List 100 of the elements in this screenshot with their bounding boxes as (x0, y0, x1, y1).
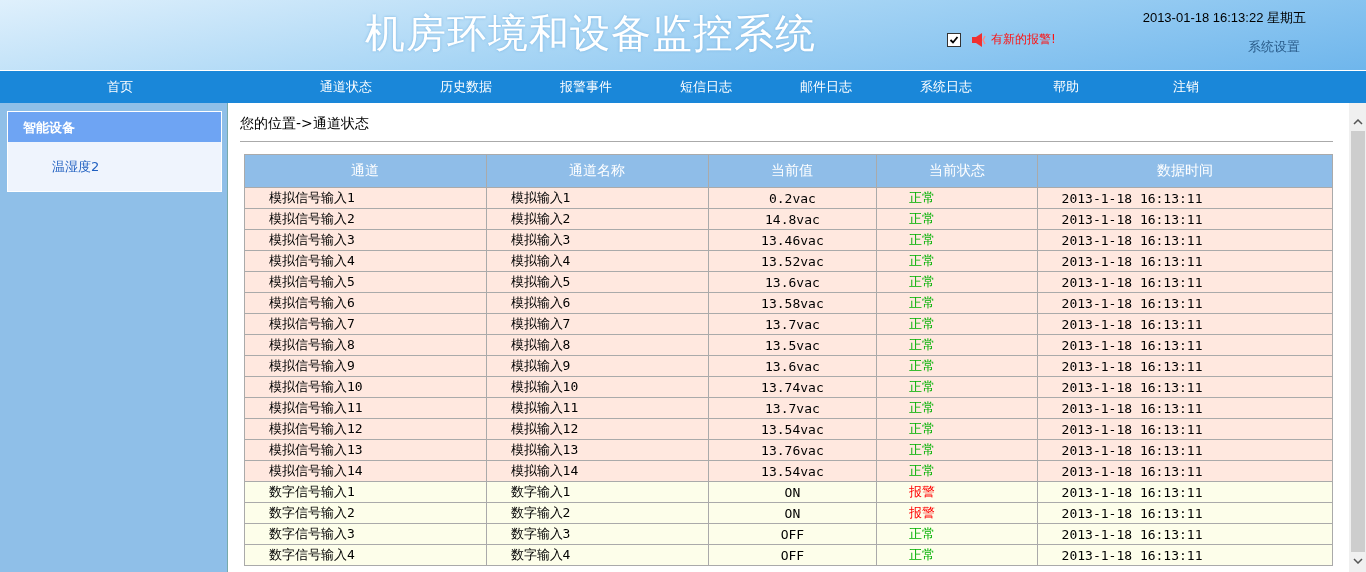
speaker-icon (971, 31, 989, 48)
table-cell: 模拟信号输入7 (244, 313, 487, 335)
column-header: 数据时间 (1037, 154, 1333, 188)
table-cell: 数字输入2 (486, 502, 709, 524)
table-cell: 模拟信号输入14 (244, 460, 487, 482)
scroll-down-icon[interactable] (1352, 558, 1363, 564)
table-cell: 模拟信号输入5 (244, 271, 487, 293)
panel-heading: 智能设备 (8, 112, 221, 142)
table-cell: 模拟输入2 (486, 208, 709, 230)
status-cell: 正常 (876, 334, 1038, 356)
table-cell: 2013-1-18 16:13:11 (1037, 397, 1333, 419)
table-cell: 模拟输入6 (486, 292, 709, 314)
table-cell: 模拟信号输入4 (244, 250, 487, 272)
table-cell: 模拟信号输入2 (244, 208, 487, 230)
table-cell: 数字输入4 (486, 544, 709, 566)
table-cell: 模拟输入10 (486, 376, 709, 398)
column-header: 当前值 (708, 154, 877, 188)
table-cell: 14.8vac (708, 208, 877, 230)
table-cell: 2013-1-18 16:13:11 (1037, 460, 1333, 482)
table-cell: 模拟输入13 (486, 439, 709, 461)
table-cell: ON (708, 502, 877, 524)
table-cell: 模拟输入5 (486, 271, 709, 293)
table-cell: 数字信号输入2 (244, 502, 487, 524)
table-cell: 13.52vac (708, 250, 877, 272)
nav-item[interactable]: 邮件日志 (766, 78, 886, 96)
table-cell: 数字输入1 (486, 481, 709, 503)
table-cell: 模拟信号输入13 (244, 439, 487, 461)
status-cell: 正常 (876, 271, 1038, 293)
system-title: 机房环境和设备监控系统 (365, 9, 816, 58)
table-cell: 2013-1-18 16:13:11 (1037, 208, 1333, 230)
status-cell: 正常 (876, 292, 1038, 314)
table-cell: 2013-1-18 16:13:11 (1037, 418, 1333, 440)
table-cell: 模拟输入4 (486, 250, 709, 272)
table-cell: 模拟信号输入12 (244, 418, 487, 440)
scroll-up-icon[interactable] (1352, 119, 1363, 125)
nav-item[interactable]: 首页 (0, 78, 240, 96)
status-cell: 报警 (876, 481, 1038, 503)
column-header: 通道 (244, 154, 487, 188)
status-cell: 正常 (876, 187, 1038, 209)
table-cell: 模拟信号输入8 (244, 334, 487, 356)
table-cell: OFF (708, 544, 877, 566)
nav-item[interactable]: 系统日志 (886, 78, 1006, 96)
status-cell: 正常 (876, 439, 1038, 461)
settings-link[interactable]: 系统设置 (1248, 38, 1300, 56)
table-cell: 模拟输入9 (486, 355, 709, 377)
scrollbar[interactable] (1349, 103, 1366, 572)
table-cell: 13.74vac (708, 376, 877, 398)
table-cell: 2013-1-18 16:13:11 (1037, 292, 1333, 314)
table-cell: 2013-1-18 16:13:11 (1037, 439, 1333, 461)
table-cell: 模拟输入8 (486, 334, 709, 356)
table-cell: 2013-1-18 16:13:11 (1037, 229, 1333, 251)
status-cell: 报警 (876, 502, 1038, 524)
table-cell: 数字信号输入4 (244, 544, 487, 566)
table-cell: OFF (708, 523, 877, 545)
table-cell: 数字信号输入1 (244, 481, 487, 503)
status-cell: 正常 (876, 460, 1038, 482)
nav-item[interactable]: 历史数据 (406, 78, 526, 96)
column-header: 通道名称 (486, 154, 709, 188)
table-cell: 0.2vac (708, 187, 877, 209)
table-cell: 13.58vac (708, 292, 877, 314)
table-cell: 模拟输入14 (486, 460, 709, 482)
table-cell: 13.46vac (708, 229, 877, 251)
table-cell: 13.5vac (708, 334, 877, 356)
table-cell: 2013-1-18 16:13:11 (1037, 271, 1333, 293)
table-cell: 13.54vac (708, 418, 877, 440)
table-cell: 模拟信号输入3 (244, 229, 487, 251)
table-cell: 2013-1-18 16:13:11 (1037, 187, 1333, 209)
table-cell: 13.7vac (708, 397, 877, 419)
status-cell: 正常 (876, 418, 1038, 440)
column-header: 当前状态 (876, 154, 1038, 188)
status-cell: 正常 (876, 397, 1038, 419)
nav-item[interactable]: 报警事件 (526, 78, 646, 96)
table-cell: 13.54vac (708, 460, 877, 482)
table-cell: 数字信号输入3 (244, 523, 487, 545)
table-cell: 13.6vac (708, 271, 877, 293)
sidebar-item[interactable]: 温湿度2 (52, 159, 100, 174)
nav-item[interactable]: 短信日志 (646, 78, 766, 96)
table-cell: 13.76vac (708, 439, 877, 461)
table-cell: 模拟信号输入10 (244, 376, 487, 398)
alarm-checkbox[interactable] (947, 32, 961, 47)
status-cell: 正常 (876, 523, 1038, 545)
breadcrumb: 您的位置->通道状态 (240, 103, 1333, 142)
table-cell: 2013-1-18 16:13:11 (1037, 523, 1333, 545)
nav-item[interactable]: 通道状态 (286, 78, 406, 96)
table-cell: 2013-1-18 16:13:11 (1037, 481, 1333, 503)
table-cell: 模拟输入11 (486, 397, 709, 419)
status-cell: 正常 (876, 208, 1038, 230)
status-cell: 正常 (876, 313, 1038, 335)
table-cell: 13.6vac (708, 355, 877, 377)
nav-item[interactable]: 注销 (1126, 78, 1246, 96)
table-cell: 模拟信号输入11 (244, 397, 487, 419)
nav-item[interactable]: 帮助 (1006, 78, 1126, 96)
table-cell: 模拟信号输入1 (244, 187, 487, 209)
status-cell: 正常 (876, 376, 1038, 398)
table-cell: 2013-1-18 16:13:11 (1037, 502, 1333, 524)
table-cell: 2013-1-18 16:13:11 (1037, 313, 1333, 335)
table-cell: 模拟输入3 (486, 229, 709, 251)
status-cell: 正常 (876, 544, 1038, 566)
status-cell: 正常 (876, 355, 1038, 377)
table-cell: 模拟输入12 (486, 418, 709, 440)
